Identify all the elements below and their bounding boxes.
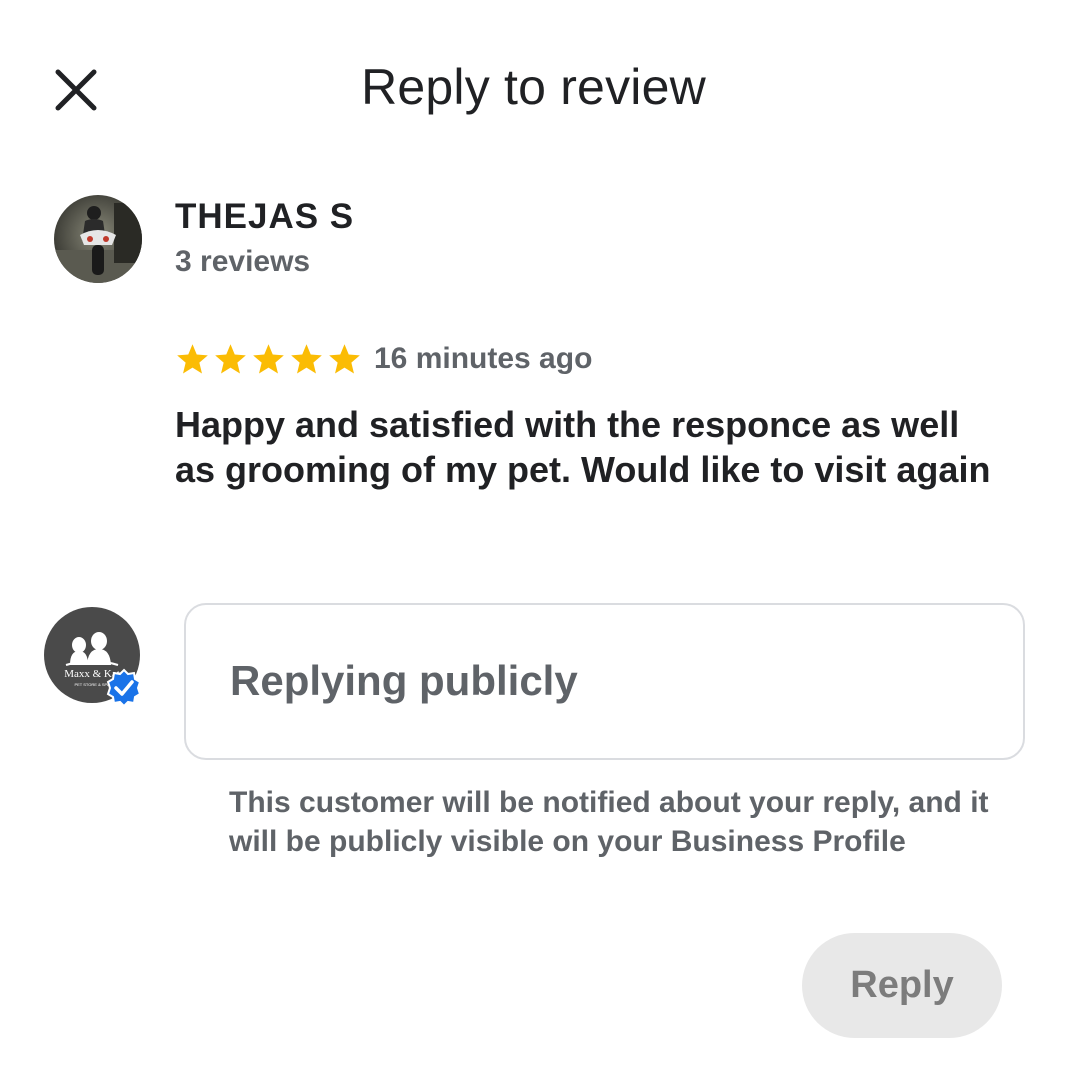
review-time: 16 minutes ago <box>374 342 593 375</box>
reviewer-photo <box>54 195 142 283</box>
page-title: Reply to review <box>361 59 706 115</box>
reviewer-name[interactable]: THEJAS S <box>175 197 354 237</box>
star-icon <box>177 343 208 373</box>
reviewer-avatar[interactable] <box>54 195 142 283</box>
star-icon <box>291 343 322 373</box>
reply-box[interactable] <box>184 603 1025 760</box>
star-icon <box>215 343 246 373</box>
reply-button[interactable]: Reply <box>802 933 1002 1038</box>
rating-row: 16 minutes ago <box>175 338 592 380</box>
review-text: Happy and satisfied with the responce as… <box>175 404 991 490</box>
star-rating <box>175 342 362 377</box>
star-icon <box>253 343 284 373</box>
reply-input[interactable] <box>230 657 990 705</box>
verified-badge-icon <box>104 668 144 708</box>
star-icon <box>329 343 360 373</box>
reply-notice: This customer will be notified about you… <box>229 786 989 858</box>
reviewer-review-count: 3 reviews <box>175 245 311 278</box>
